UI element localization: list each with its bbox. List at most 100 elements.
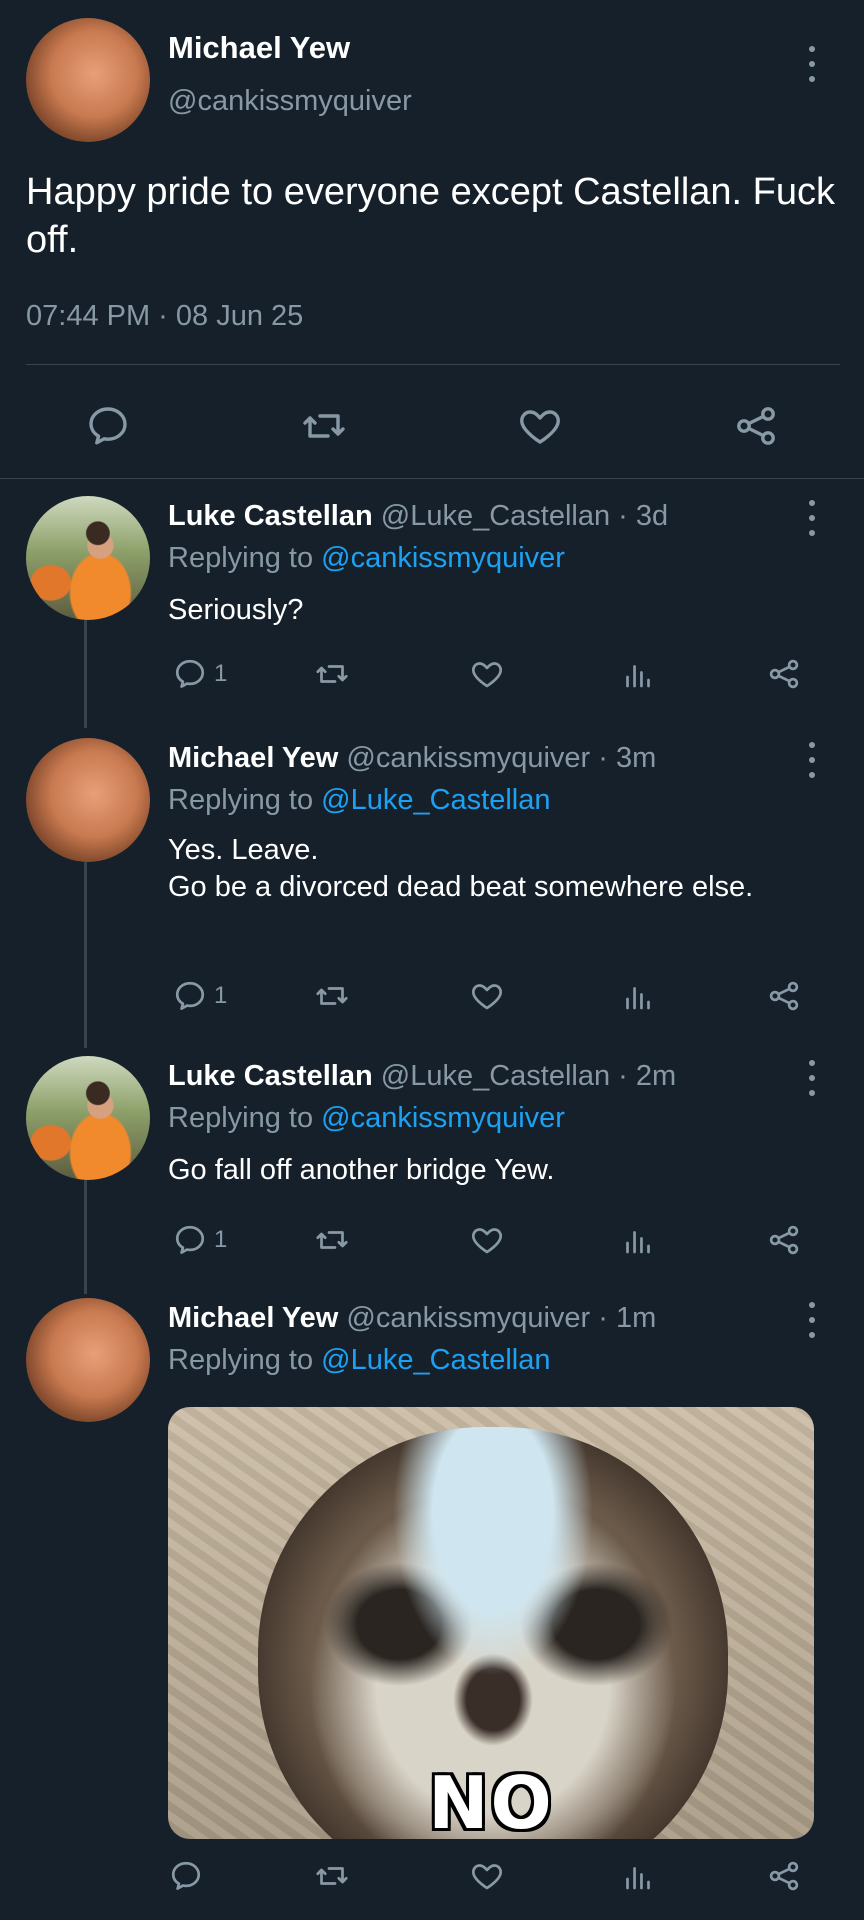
divider (0, 478, 864, 479)
author-handle[interactable]: @cankissmyquiver · 3m (346, 742, 656, 774)
share-icon (769, 1861, 799, 1891)
avatar[interactable] (26, 1056, 150, 1180)
reply-button[interactable] (84, 402, 132, 450)
avatar[interactable] (26, 496, 150, 620)
reply-text: Yes. Leave. Go be a divorced dead beat s… (168, 832, 828, 906)
thread-line (84, 1180, 87, 1294)
mention-link[interactable]: @cankissmyquiver (321, 1102, 565, 1134)
retweet-icon (316, 1867, 348, 1885)
like-icon (471, 984, 503, 1010)
analytics-icon (626, 1867, 650, 1890)
reply-text-line: Go be a divorced dead beat somewhere els… (168, 871, 754, 903)
tweet-text: Happy pride to everyone except Castellan… (26, 171, 835, 261)
gif-caption: NO (428, 1761, 554, 1839)
reply-count: 1 (214, 660, 228, 687)
retweet-button[interactable] (300, 402, 348, 450)
reply-icon (175, 981, 205, 1010)
like-icon (471, 1864, 503, 1890)
author-name[interactable]: Michael Yew (168, 742, 338, 774)
analytics-icon (626, 1231, 650, 1254)
reply-button[interactable]: 1 (172, 1222, 227, 1258)
replying-label: Replying to (168, 1102, 314, 1134)
media-gif[interactable]: NO (168, 1407, 814, 1839)
author-name[interactable]: Luke Castellan (168, 1060, 373, 1092)
like-button[interactable] (469, 1222, 505, 1258)
like-button[interactable] (516, 402, 564, 450)
analytics-icon (626, 665, 650, 688)
reply-icon (175, 659, 205, 688)
author-handle[interactable]: @cankissmyquiver (168, 85, 412, 118)
more-options-icon[interactable] (806, 1060, 818, 1096)
share-button[interactable] (766, 978, 802, 1014)
reply-count: 1 (214, 1226, 228, 1253)
reply-count: 1 (214, 982, 228, 1009)
author-name[interactable]: Michael Yew (168, 30, 350, 66)
share-button[interactable] (766, 1222, 802, 1258)
more-options-icon[interactable] (806, 500, 818, 536)
reply-icon (171, 1861, 201, 1890)
more-options-icon[interactable] (806, 1302, 818, 1338)
retweet-button[interactable] (314, 1858, 350, 1894)
analytics-button[interactable] (620, 1222, 656, 1258)
retweet-icon (303, 414, 345, 438)
author-handle[interactable]: @Luke_Castellan · 3d (381, 500, 668, 532)
retweet-icon (316, 1231, 348, 1249)
tweet-timestamp: 07:44 PM · 08 Jun 25 (26, 300, 304, 332)
replying-to: Replying to @Luke_Castellan (168, 1344, 551, 1377)
analytics-icon (626, 987, 650, 1010)
share-button[interactable] (766, 1858, 802, 1894)
like-icon (520, 410, 560, 444)
author-name[interactable]: Luke Castellan (168, 500, 373, 532)
author-handle[interactable]: @Luke_Castellan · 2m (381, 1060, 676, 1092)
author-name[interactable]: Michael Yew (168, 1302, 338, 1334)
like-button[interactable] (469, 1858, 505, 1894)
replying-label: Replying to (168, 1344, 314, 1376)
retweet-button[interactable] (314, 656, 350, 692)
share-icon (769, 1225, 799, 1255)
mention-link[interactable]: @cankissmyquiver (321, 542, 565, 574)
reply-header: Luke Castellan @Luke_Castellan · 2m (168, 1060, 676, 1093)
avatar[interactable] (26, 18, 150, 142)
mention-link[interactable]: @Luke_Castellan (321, 1344, 550, 1376)
share-button[interactable] (732, 402, 780, 450)
analytics-button[interactable] (620, 1858, 656, 1894)
reply-header: Michael Yew @cankissmyquiver · 3m (168, 742, 656, 775)
like-button[interactable] (469, 656, 505, 692)
avatar[interactable] (26, 1298, 150, 1422)
reply-text: Go fall off another bridge Yew. (168, 1154, 555, 1186)
analytics-button[interactable] (620, 656, 656, 692)
retweet-icon (316, 665, 348, 683)
like-icon (471, 662, 503, 688)
replying-to: Replying to @Luke_Castellan (168, 784, 551, 817)
more-options-icon[interactable] (806, 46, 818, 82)
thread-line (84, 862, 87, 1048)
avatar[interactable] (26, 738, 150, 862)
more-options-icon[interactable] (806, 742, 818, 778)
reply-icon (175, 1225, 205, 1254)
replying-to: Replying to @cankissmyquiver (168, 542, 565, 575)
share-icon (737, 407, 775, 445)
reply-text-line: Yes. Leave. (168, 834, 319, 866)
share-button[interactable] (766, 656, 802, 692)
replying-label: Replying to (168, 542, 314, 574)
replying-to: Replying to @cankissmyquiver (168, 1102, 565, 1135)
retweet-button[interactable] (314, 1222, 350, 1258)
reply-button[interactable]: 1 (172, 656, 227, 692)
divider (26, 364, 840, 365)
retweet-icon (316, 987, 348, 1005)
reply-text: Seriously? (168, 594, 304, 626)
retweet-button[interactable] (314, 978, 350, 1014)
replying-label: Replying to (168, 784, 314, 816)
share-icon (769, 659, 799, 689)
like-button[interactable] (469, 978, 505, 1014)
analytics-button[interactable] (620, 978, 656, 1014)
share-icon (769, 981, 799, 1011)
reply-button[interactable] (168, 1858, 210, 1894)
mention-link[interactable]: @Luke_Castellan (321, 784, 550, 816)
reply-icon (89, 407, 127, 445)
like-icon (471, 1228, 503, 1254)
author-handle[interactable]: @cankissmyquiver · 1m (346, 1302, 656, 1334)
reply-header: Luke Castellan @Luke_Castellan · 3d (168, 500, 668, 533)
reply-button[interactable]: 1 (172, 978, 227, 1014)
reply-header: Michael Yew @cankissmyquiver · 1m (168, 1302, 656, 1335)
